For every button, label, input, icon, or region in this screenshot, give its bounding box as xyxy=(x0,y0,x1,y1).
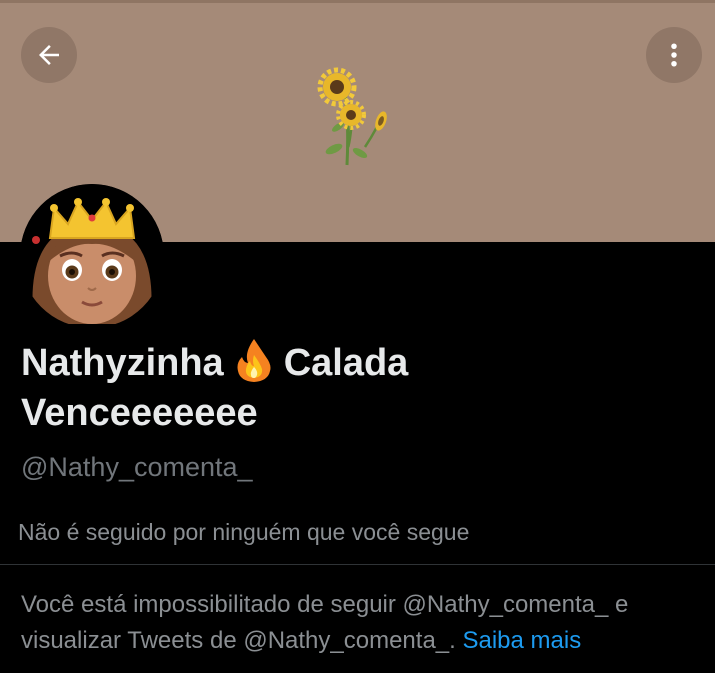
name-part-1: Nathyzinha xyxy=(21,342,224,384)
blocked-notice: Você está impossibilitado de seguir @Nat… xyxy=(21,587,701,659)
followers-you-know: Não é seguido por ninguém que você segue xyxy=(18,519,470,545)
sunflowers-image xyxy=(317,67,387,166)
name-part-2: Calada xyxy=(283,342,409,384)
profile-handle: @Nathy_comenta_ xyxy=(21,452,253,482)
divider xyxy=(0,564,715,565)
princess-emoji xyxy=(20,184,164,328)
display-name: Nathyzinha Calada Venceeeeeee xyxy=(21,337,681,438)
avatar[interactable] xyxy=(20,184,164,328)
display-name-line-1: Nathyzinha Calada xyxy=(21,337,681,388)
back-button[interactable] xyxy=(21,27,77,83)
profile-page: Nathyzinha Calada Venceeeeeee @Nathy_com… xyxy=(0,0,715,673)
more-options-button[interactable] xyxy=(646,27,702,83)
fire-icon xyxy=(237,339,271,382)
learn-more-link[interactable]: Saiba mais xyxy=(462,627,581,654)
display-name-line-2: Venceeeeeee xyxy=(21,392,258,434)
arrow-left-icon xyxy=(39,45,59,65)
vertical-dots-icon xyxy=(671,43,677,67)
